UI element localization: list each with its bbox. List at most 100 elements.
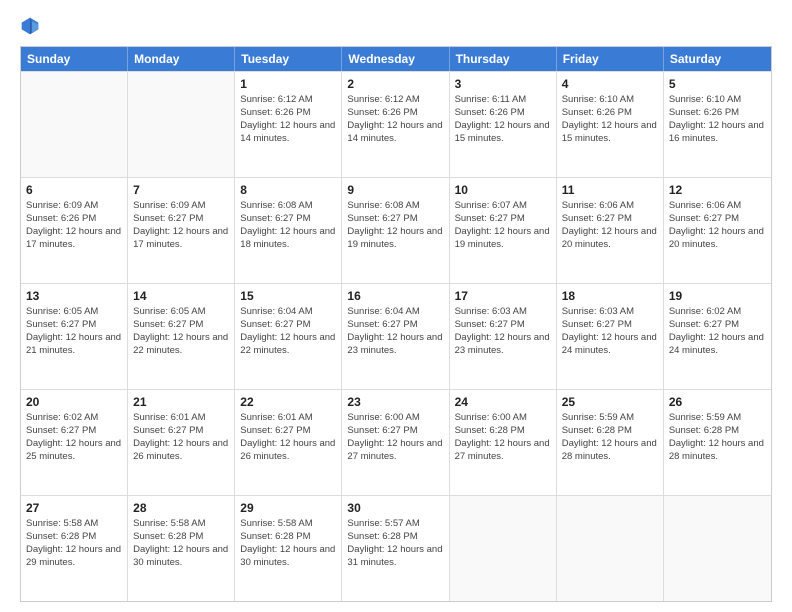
day-info: Sunrise: 6:11 AM Sunset: 6:26 PM Dayligh… xyxy=(455,94,550,143)
day-info: Sunrise: 5:58 AM Sunset: 6:28 PM Dayligh… xyxy=(240,518,335,567)
calendar-cell: 23 Sunrise: 6:00 AM Sunset: 6:27 PM Dayli… xyxy=(342,390,449,495)
calendar-cell: 26 Sunrise: 5:59 AM Sunset: 6:28 PM Dayli… xyxy=(664,390,771,495)
calendar-body: 1Sunrise: 6:12 AM Sunset: 6:26 PM Daylig… xyxy=(21,71,771,601)
calendar-cell: 28 Sunrise: 5:58 AM Sunset: 6:28 PM Dayli… xyxy=(128,496,235,601)
calendar-cell: 9Sunrise: 6:08 AM Sunset: 6:27 PM Daylig… xyxy=(342,178,449,283)
day-number: 26 xyxy=(669,394,766,410)
header-day-sunday: Sunday xyxy=(21,47,128,71)
day-info: Sunrise: 6:00 AM Sunset: 6:28 PM Dayligh… xyxy=(455,412,550,461)
calendar-cell: 4 Sunrise: 6:10 AM Sunset: 6:26 PM Daylig… xyxy=(557,72,664,177)
calendar-cell: 12 Sunrise: 6:06 AM Sunset: 6:27 PM Dayli… xyxy=(664,178,771,283)
header-day-saturday: Saturday xyxy=(664,47,771,71)
calendar-cell: 22 Sunrise: 6:01 AM Sunset: 6:27 PM Dayli… xyxy=(235,390,342,495)
calendar-week-5: 27 Sunrise: 5:58 AM Sunset: 6:28 PM Dayli… xyxy=(21,495,771,601)
header-day-tuesday: Tuesday xyxy=(235,47,342,71)
calendar-cell: 3Sunrise: 6:11 AM Sunset: 6:26 PM Daylig… xyxy=(450,72,557,177)
calendar-cell: 7 Sunrise: 6:09 AM Sunset: 6:27 PM Daylig… xyxy=(128,178,235,283)
day-info: Sunrise: 6:03 AM Sunset: 6:27 PM Dayligh… xyxy=(455,306,550,355)
day-info: Sunrise: 6:12 AM Sunset: 6:26 PM Dayligh… xyxy=(240,94,335,143)
calendar-cell: 17 Sunrise: 6:03 AM Sunset: 6:27 PM Dayli… xyxy=(450,284,557,389)
logo xyxy=(20,16,44,36)
day-number: 22 xyxy=(240,394,336,410)
day-info: Sunrise: 6:04 AM Sunset: 6:27 PM Dayligh… xyxy=(347,306,442,355)
day-number: 2 xyxy=(347,76,443,92)
day-info: Sunrise: 6:07 AM Sunset: 6:27 PM Dayligh… xyxy=(455,200,550,249)
calendar-cell: 13Sunrise: 6:05 AM Sunset: 6:27 PM Dayli… xyxy=(21,284,128,389)
day-number: 9 xyxy=(347,182,443,198)
day-info: Sunrise: 6:04 AM Sunset: 6:27 PM Dayligh… xyxy=(240,306,335,355)
day-number: 16 xyxy=(347,288,443,304)
day-info: Sunrise: 5:59 AM Sunset: 6:28 PM Dayligh… xyxy=(669,412,764,461)
calendar-cell xyxy=(664,496,771,601)
day-info: Sunrise: 6:01 AM Sunset: 6:27 PM Dayligh… xyxy=(133,412,228,461)
day-info: Sunrise: 6:01 AM Sunset: 6:27 PM Dayligh… xyxy=(240,412,335,461)
day-number: 14 xyxy=(133,288,229,304)
day-info: Sunrise: 6:05 AM Sunset: 6:27 PM Dayligh… xyxy=(133,306,228,355)
calendar-cell: 15Sunrise: 6:04 AM Sunset: 6:27 PM Dayli… xyxy=(235,284,342,389)
calendar-cell: 8 Sunrise: 6:08 AM Sunset: 6:27 PM Daylig… xyxy=(235,178,342,283)
calendar-cell xyxy=(128,72,235,177)
day-info: Sunrise: 6:06 AM Sunset: 6:27 PM Dayligh… xyxy=(562,200,657,249)
calendar-week-2: 6 Sunrise: 6:09 AM Sunset: 6:26 PM Daylig… xyxy=(21,177,771,283)
header-day-friday: Friday xyxy=(557,47,664,71)
calendar-cell xyxy=(21,72,128,177)
day-number: 11 xyxy=(562,182,658,198)
calendar-cell: 30 Sunrise: 5:57 AM Sunset: 6:28 PM Dayli… xyxy=(342,496,449,601)
day-info: Sunrise: 6:03 AM Sunset: 6:27 PM Dayligh… xyxy=(562,306,657,355)
calendar-cell xyxy=(450,496,557,601)
calendar-cell: 6 Sunrise: 6:09 AM Sunset: 6:26 PM Daylig… xyxy=(21,178,128,283)
day-number: 24 xyxy=(455,394,551,410)
day-info: Sunrise: 5:57 AM Sunset: 6:28 PM Dayligh… xyxy=(347,518,442,567)
day-number: 17 xyxy=(455,288,551,304)
calendar-cell: 25 Sunrise: 5:59 AM Sunset: 6:28 PM Dayli… xyxy=(557,390,664,495)
day-number: 28 xyxy=(133,500,229,516)
day-number: 10 xyxy=(455,182,551,198)
day-number: 20 xyxy=(26,394,122,410)
day-number: 19 xyxy=(669,288,766,304)
calendar-cell: 19 Sunrise: 6:02 AM Sunset: 6:27 PM Dayli… xyxy=(664,284,771,389)
calendar-cell: 14 Sunrise: 6:05 AM Sunset: 6:27 PM Dayli… xyxy=(128,284,235,389)
calendar-cell: 11 Sunrise: 6:06 AM Sunset: 6:27 PM Dayli… xyxy=(557,178,664,283)
calendar-cell: 5Sunrise: 6:10 AM Sunset: 6:26 PM Daylig… xyxy=(664,72,771,177)
calendar-cell: 21 Sunrise: 6:01 AM Sunset: 6:27 PM Dayli… xyxy=(128,390,235,495)
day-info: Sunrise: 6:10 AM Sunset: 6:26 PM Dayligh… xyxy=(562,94,657,143)
header-day-monday: Monday xyxy=(128,47,235,71)
calendar-cell: 18 Sunrise: 6:03 AM Sunset: 6:27 PM Dayli… xyxy=(557,284,664,389)
day-info: Sunrise: 5:58 AM Sunset: 6:28 PM Dayligh… xyxy=(133,518,228,567)
day-number: 30 xyxy=(347,500,443,516)
calendar-cell: 16 Sunrise: 6:04 AM Sunset: 6:27 PM Dayli… xyxy=(342,284,449,389)
calendar-page: SundayMondayTuesdayWednesdayThursdayFrid… xyxy=(0,0,792,612)
day-number: 8 xyxy=(240,182,336,198)
calendar-week-3: 13 Sunrise: 6:05 AM Sunset: 6:27 PM Dayli… xyxy=(21,283,771,389)
day-number: 12 xyxy=(669,182,766,198)
calendar-grid: SundayMondayTuesdayWednesdayThursdayFrid… xyxy=(20,46,772,602)
calendar-week-4: 20Sunrise: 6:02 AM Sunset: 6:27 PM Dayli… xyxy=(21,389,771,495)
day-number: 13 xyxy=(26,288,122,304)
calendar-cell: 20Sunrise: 6:02 AM Sunset: 6:27 PM Dayli… xyxy=(21,390,128,495)
day-info: Sunrise: 6:02 AM Sunset: 6:27 PM Dayligh… xyxy=(669,306,764,355)
day-info: Sunrise: 5:59 AM Sunset: 6:28 PM Dayligh… xyxy=(562,412,657,461)
day-info: Sunrise: 6:09 AM Sunset: 6:27 PM Dayligh… xyxy=(133,200,228,249)
logo-icon xyxy=(20,16,40,36)
day-number: 23 xyxy=(347,394,443,410)
day-info: Sunrise: 6:06 AM Sunset: 6:27 PM Dayligh… xyxy=(669,200,764,249)
calendar-header-row: SundayMondayTuesdayWednesdayThursdayFrid… xyxy=(21,47,771,71)
calendar-week-1: 1Sunrise: 6:12 AM Sunset: 6:26 PM Daylig… xyxy=(21,71,771,177)
day-info: Sunrise: 5:58 AM Sunset: 6:28 PM Dayligh… xyxy=(26,518,121,567)
calendar-cell: 1Sunrise: 6:12 AM Sunset: 6:26 PM Daylig… xyxy=(235,72,342,177)
header xyxy=(20,16,772,36)
day-number: 29 xyxy=(240,500,336,516)
day-number: 7 xyxy=(133,182,229,198)
day-number: 6 xyxy=(26,182,122,198)
calendar-cell: 27 Sunrise: 5:58 AM Sunset: 6:28 PM Dayli… xyxy=(21,496,128,601)
day-info: Sunrise: 6:00 AM Sunset: 6:27 PM Dayligh… xyxy=(347,412,442,461)
day-number: 27 xyxy=(26,500,122,516)
day-number: 21 xyxy=(133,394,229,410)
day-number: 18 xyxy=(562,288,658,304)
day-number: 4 xyxy=(562,76,658,92)
day-info: Sunrise: 6:10 AM Sunset: 6:26 PM Dayligh… xyxy=(669,94,764,143)
day-number: 25 xyxy=(562,394,658,410)
day-info: Sunrise: 6:09 AM Sunset: 6:26 PM Dayligh… xyxy=(26,200,121,249)
day-info: Sunrise: 6:08 AM Sunset: 6:27 PM Dayligh… xyxy=(240,200,335,249)
calendar-cell: 24 Sunrise: 6:00 AM Sunset: 6:28 PM Dayli… xyxy=(450,390,557,495)
